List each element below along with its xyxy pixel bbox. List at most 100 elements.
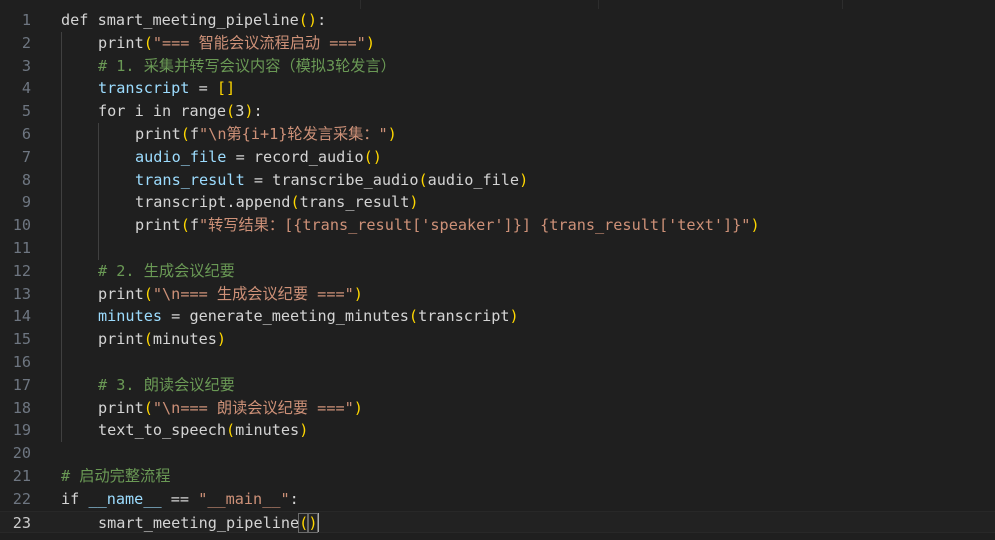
code-token: in — [152, 102, 172, 121]
top-rule — [360, 0, 361, 9]
line-number: 4 — [21, 79, 31, 98]
code-token: ) — [509, 307, 519, 326]
line-content: # 1. 采集并转写会议内容（模拟3轮发言） — [98, 55, 396, 78]
code-token: \n — [208, 125, 227, 143]
code-token: audio_file — [427, 170, 520, 189]
line-content: smart_meeting_pipeline() — [98, 512, 320, 535]
line-number: 13 — [12, 284, 31, 303]
code-token: ) — [372, 147, 382, 166]
code-line[interactable]: 7 audio_file = record_audio() — [0, 146, 995, 169]
line-number: 9 — [21, 193, 31, 212]
code-token: ( — [363, 147, 373, 166]
code-token: ] — [226, 79, 236, 98]
code-token: ) — [353, 284, 363, 303]
code-token: == — [161, 489, 199, 508]
line-number: 22 — [12, 489, 31, 508]
code-token: print — [98, 330, 144, 349]
code-token: print — [98, 398, 144, 417]
code-line[interactable]: 15 print(minutes) — [0, 328, 995, 351]
code-line[interactable]: 11 — [0, 237, 995, 260]
line-content: print("=== 智能会议流程启动 ===") — [98, 32, 375, 55]
code-line[interactable]: 2 print("=== 智能会议流程启动 ===") — [0, 32, 995, 55]
code-token: ( — [143, 398, 153, 417]
code-token: trans_result — [299, 193, 410, 212]
code-line[interactable]: 6 print(f"\n第{i+1}轮发言采集：") — [0, 123, 995, 146]
code-token: : — [253, 102, 263, 121]
code-token: smart_meeting_pipeline — [98, 513, 300, 532]
code-line[interactable]: 16 — [0, 351, 995, 374]
code-token: minutes — [235, 421, 300, 440]
code-line[interactable]: 9 transcript.append(trans_result) — [0, 191, 995, 214]
code-line[interactable]: 19 text_to_speech(minutes) — [0, 419, 995, 442]
line-content: print("\n=== 朗读会议纪要 ===") — [98, 397, 363, 420]
code-token: " — [152, 284, 163, 303]
code-token: for — [98, 102, 126, 121]
code-token: ( — [226, 421, 236, 440]
line-number: 18 — [12, 398, 31, 417]
line-content: audio_file = record_audio() — [135, 146, 382, 169]
code-line[interactable]: 13 print("\n=== 生成会议纪要 ===") — [0, 283, 995, 306]
line-content: trans_result = transcribe_audio(audio_fi… — [135, 169, 528, 192]
code-token: range — [171, 102, 227, 121]
code-token: = — [244, 170, 273, 189]
code-line[interactable]: 23 smart_meeting_pipeline() — [0, 510, 995, 535]
code-line[interactable]: 5 for i in range(3): — [0, 100, 995, 123]
code-token: transcript.append — [135, 193, 291, 212]
code-token: ) — [307, 512, 319, 533]
code-line[interactable]: 22 if __name__ == "__main__": — [0, 488, 995, 511]
code-token: audio_file — [135, 147, 227, 166]
code-token: "=== 智能会议流程启动 ===" — [152, 33, 366, 52]
code-line[interactable]: 3 # 1. 采集并转写会议内容（模拟3轮发言） — [0, 55, 995, 78]
line-number: 6 — [21, 125, 31, 143]
code-token: = — [226, 147, 254, 166]
code-token: f — [189, 125, 200, 143]
code-token: ) — [409, 193, 419, 212]
code-token: ) — [307, 11, 318, 29]
code-token: : — [317, 11, 327, 29]
line-content: text_to_speech(minutes) — [98, 419, 308, 442]
code-token: # 1. 采集并转写会议内容（模拟3轮发言） — [98, 56, 396, 75]
code-token: " — [199, 125, 209, 143]
code-token: ( — [408, 307, 419, 326]
code-line[interactable]: 14 minutes = generate_meeting_minutes(tra… — [0, 305, 995, 328]
code-token: print — [98, 33, 144, 52]
code-line[interactable]: 21 # 启动完整流程 — [0, 465, 995, 488]
code-token: ( — [298, 512, 310, 533]
code-line[interactable]: 17 # 3. 朗读会议纪要 — [0, 374, 995, 397]
code-token: [ — [216, 79, 227, 98]
code-token: minutes — [152, 330, 217, 349]
code-token: {i+1} — [241, 125, 288, 143]
line-content: def smart_meeting_pipeline(): — [61, 9, 326, 32]
code-token: ) — [387, 125, 397, 143]
code-line[interactable]: 18 print("\n=== 朗读会议纪要 ===") — [0, 397, 995, 420]
line-content: for i in range(3): — [98, 100, 263, 123]
line-number: 17 — [12, 375, 31, 394]
code-token: "__main__" — [198, 489, 290, 508]
code-token: ) — [353, 398, 363, 417]
code-token: transcript — [418, 307, 510, 326]
code-token: minutes — [98, 307, 163, 326]
code-line[interactable]: 8 trans_result = transcribe_audio(audio_f… — [0, 169, 995, 192]
code-token: 第 — [226, 125, 242, 143]
line-content: print(f"转写结果：[{trans_result['speaker']}]… — [135, 214, 760, 237]
code-token: " — [152, 398, 163, 417]
line-content: minutes = generate_meeting_minutes(trans… — [98, 305, 519, 328]
code-token: ( — [143, 33, 153, 52]
code-token: trans_result — [135, 170, 245, 189]
code-editor[interactable]: 1 def smart_meeting_pipeline(): 2 print("==… — [0, 0, 995, 540]
code-token: transcript — [98, 79, 190, 98]
code-line[interactable]: 10 print(f"转写结果：[{trans_result['speaker']… — [0, 214, 995, 237]
code-token: = — [189, 79, 217, 98]
code-token: # 2. 生成会议纪要 — [98, 261, 235, 280]
line-content: # 2. 生成会议纪要 — [98, 260, 235, 283]
code-token: transcribe_audio — [272, 170, 419, 189]
line-number: 14 — [12, 307, 31, 326]
line-number: 1 — [21, 11, 31, 29]
code-line[interactable]: 12 # 2. 生成会议纪要 — [0, 260, 995, 283]
code-token: def — [61, 11, 89, 29]
code-line[interactable]: 1 def smart_meeting_pipeline(): — [0, 9, 995, 32]
code-line[interactable]: 20 — [0, 442, 995, 465]
line-number: 3 — [21, 56, 31, 75]
code-token: ( — [180, 216, 190, 235]
code-line[interactable]: 4 transcript = [] — [0, 77, 995, 100]
